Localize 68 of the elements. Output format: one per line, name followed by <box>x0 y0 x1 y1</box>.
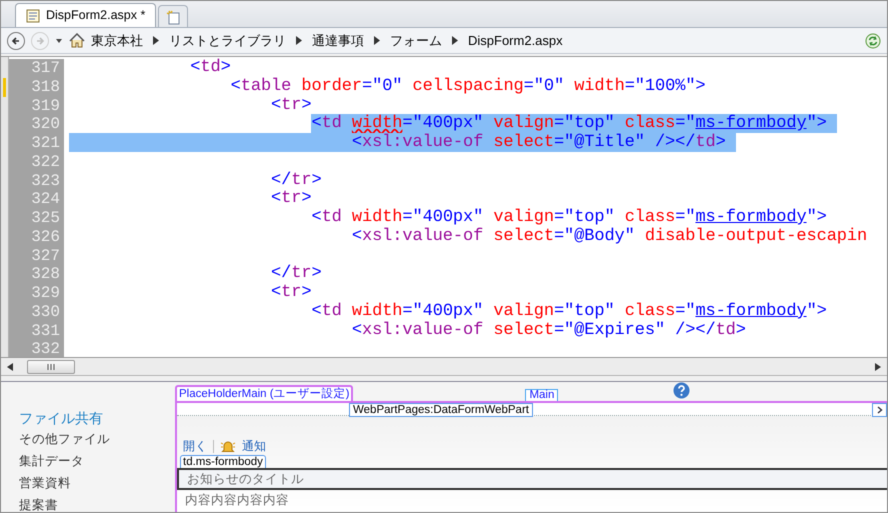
placeholder-label: PlaceHolderMain (ユーザー設定) <box>175 385 354 401</box>
document-tab[interactable]: DispForm2.aspx * <box>15 3 156 27</box>
code-line: </tr> <box>270 265 322 284</box>
webpart-label: WebPartPages:DataFormWebPart <box>349 403 533 417</box>
line-number: 330 <box>9 302 64 322</box>
breadcrumb-item[interactable]: リストとライブラリ <box>169 30 286 50</box>
scroll-left-icon <box>7 362 13 370</box>
scroll-right-icon <box>875 362 881 370</box>
code-line: </tr> <box>270 172 322 190</box>
horizontal-scrollbar[interactable] <box>1 358 887 376</box>
arrow-left-icon <box>11 36 21 46</box>
separator-arrow-icon <box>452 36 458 45</box>
separator-arrow-icon <box>296 36 302 45</box>
code-line: <tr> <box>270 190 312 209</box>
line-number: 318 <box>9 78 64 96</box>
line-number: 319 <box>9 96 64 116</box>
body-text: 内容内容内容内容 <box>185 492 289 509</box>
bell-icon <box>220 440 236 452</box>
breadcrumb-item[interactable]: 東京本社 <box>91 30 143 50</box>
new-page-icon <box>165 8 182 24</box>
line-number: 329 <box>9 284 64 303</box>
code-line: <td width="400px" valign="top" class="ms-formbody"> <box>310 209 827 228</box>
code-line: <td width="400px" valign="top" class="ms-formbody"> <box>310 302 827 322</box>
scrollbar-thumb[interactable] <box>27 360 75 374</box>
change-marker <box>3 78 6 96</box>
separator-arrow-icon <box>153 36 159 45</box>
code-line: <xsl:value-of select="@Body" disable-output-escapin <box>350 228 868 246</box>
breadcrumb-item[interactable]: DispForm2.aspx <box>468 30 563 50</box>
refresh-icon <box>865 32 881 48</box>
chevron-right-icon <box>876 406 882 414</box>
back-button[interactable] <box>7 32 25 50</box>
breadcrumb-item[interactable]: 通達事項 <box>312 30 364 50</box>
sidebar-link[interactable]: 集計データ <box>19 452 173 471</box>
line-number: 320 <box>9 115 64 134</box>
title-field[interactable]: お知らせのタイトル <box>177 468 887 490</box>
code-line: <td> <box>189 59 231 78</box>
code-line: <xsl:value-of select="@Expires" /></td> <box>350 322 746 340</box>
line-number: 317 <box>9 59 64 78</box>
new-tab-button[interactable] <box>158 5 188 27</box>
line-number: 323 <box>9 172 64 190</box>
line-number: 326 <box>9 228 64 246</box>
line-number: 324 <box>9 190 64 209</box>
separator-arrow-icon <box>374 36 380 45</box>
line-number: 327 <box>9 246 64 266</box>
line-number: 321 <box>9 134 64 153</box>
region-label: Main <box>525 389 558 401</box>
cell-label: td.ms-formbody <box>180 455 266 468</box>
line-number: 331 <box>9 322 64 340</box>
line-number: 322 <box>9 152 64 172</box>
toolbar-link[interactable]: 開く <box>183 437 207 455</box>
sidebar-link[interactable]: ファイル共有 <box>19 409 173 427</box>
line-number: 332 <box>9 340 64 357</box>
code-line: <tr> <box>270 284 312 303</box>
page-icon <box>26 8 40 22</box>
sidebar-link[interactable]: 提案書 <box>19 496 173 512</box>
code-line: <tr> <box>270 96 312 116</box>
arrow-right-icon <box>35 36 45 46</box>
code-line: <table border="0" cellspacing="0" width="100%"> <box>230 78 706 96</box>
sidebar-link[interactable]: その他ファイル <box>19 430 173 449</box>
sidebar-link[interactable]: 営業資料 <box>19 474 173 493</box>
chevron-button[interactable] <box>872 403 887 417</box>
home-icon <box>69 33 85 48</box>
line-number: 325 <box>9 209 64 228</box>
toolbar-link[interactable]: 通知 <box>242 437 266 455</box>
breadcrumb-item[interactable]: フォーム <box>390 30 442 50</box>
caret-icon <box>55 38 63 44</box>
grip-icon <box>47 364 55 370</box>
line-number: 328 <box>9 265 64 284</box>
